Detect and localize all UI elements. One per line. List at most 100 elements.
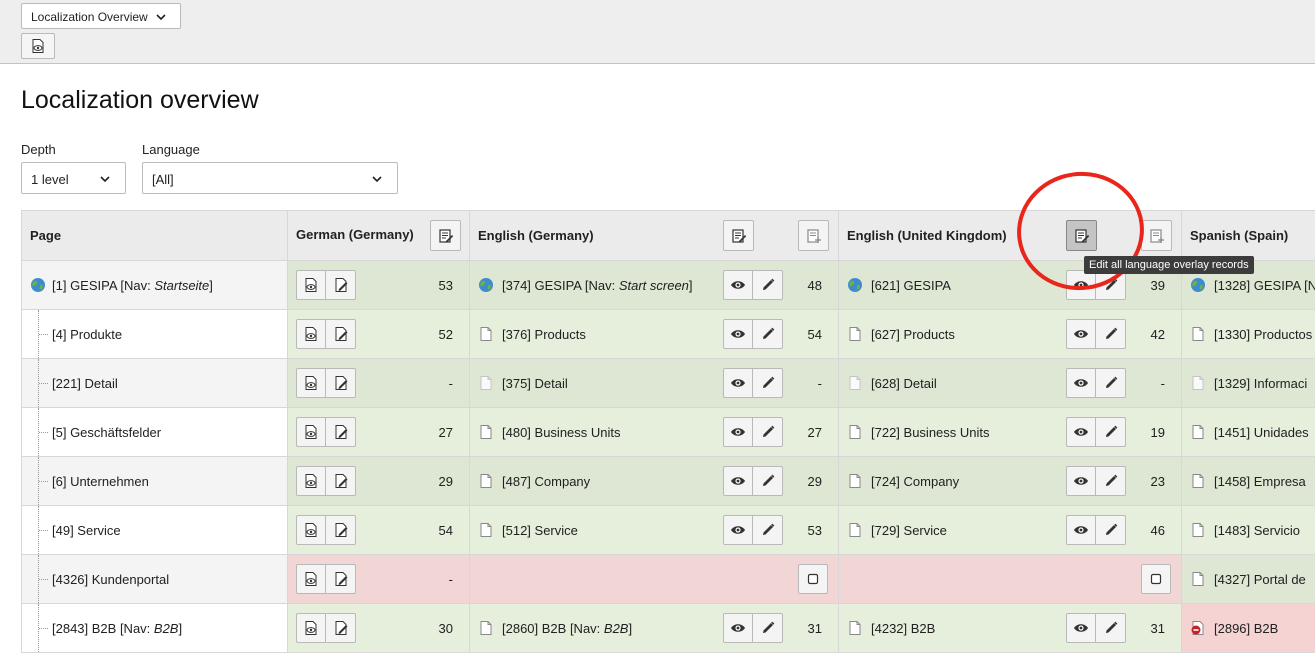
eye-icon [1073,620,1089,636]
language-select[interactable]: [All] [142,162,398,194]
view-page-button[interactable] [296,270,326,300]
depth-select[interactable]: 1 level [21,162,126,194]
translation-cell-en-gb: [4232] B2B 31 [838,603,1182,653]
edit-translation-button[interactable] [753,515,783,545]
translation-label: [487] Company [502,474,591,489]
edit-translation-button[interactable] [753,319,783,349]
view-page-button[interactable] [21,33,55,59]
page-label: [1] GESIPA [Nav: [52,278,155,293]
default-language-cell: 29 [287,456,470,506]
view-translation-button[interactable] [1066,515,1096,545]
view-translation-button[interactable] [723,515,753,545]
page-icon [1190,571,1206,587]
view-translation-button[interactable] [1066,613,1096,643]
translation-label: [374] GESIPA [Nav: Start screen] [502,278,693,293]
page-title-link[interactable]: [6] Unternehmen [52,474,149,489]
tree-line [39,432,48,433]
edit-translation-button[interactable] [1096,368,1126,398]
page-icon [847,620,863,636]
record-count: - [448,572,453,587]
view-translation-button[interactable] [723,466,753,496]
translation-cell-es: [2896] B2B [1181,603,1315,653]
edit-page-button[interactable] [326,368,356,398]
page-title-link[interactable]: [4326] Kundenportal [52,572,169,587]
edit-all-overlays-icon [1074,228,1090,244]
page-title-link[interactable]: [49] Service [52,523,121,538]
view-page-button[interactable] [296,368,326,398]
view-translation-button[interactable] [1066,466,1096,496]
globe-icon [30,277,46,293]
new-overlays-button[interactable] [798,220,829,251]
edit-translation-button[interactable] [753,466,783,496]
edit-all-overlays-button[interactable] [1066,220,1097,251]
view-page-button[interactable] [296,319,326,349]
translation-cell-en-de: [375] Detail - [469,358,839,408]
edit-translation-button[interactable] [1096,319,1126,349]
view-translation-button[interactable] [723,319,753,349]
edit-page-button[interactable] [326,466,356,496]
translation-nav-title: Start screen [618,278,689,293]
edit-page-icon [333,424,349,440]
view-translation-button[interactable] [723,417,753,447]
record-count: 23 [1150,474,1165,489]
edit-page-button[interactable] [326,319,356,349]
pencil-icon [760,473,776,489]
translation-text-tail: ] [628,621,633,636]
eye-icon [730,277,746,293]
edit-translation-button[interactable] [1096,417,1126,447]
edit-page-button[interactable] [326,270,356,300]
select-for-translation-checkbox[interactable] [798,564,828,594]
edit-page-icon [333,571,349,587]
view-translation-button[interactable] [1066,270,1096,300]
new-overlay-icon [806,228,822,244]
edit-all-overlays-icon [731,228,747,244]
edit-all-records-button[interactable] [430,220,461,251]
edit-all-overlays-button[interactable] [723,220,754,251]
view-page-button[interactable] [296,564,326,594]
edit-translation-button[interactable] [753,368,783,398]
view-translation-button[interactable] [723,368,753,398]
translation-label: [4232] B2B [871,621,936,636]
page-icon [847,473,863,489]
view-translation-button[interactable] [1066,319,1096,349]
view-translation-button[interactable] [1066,368,1096,398]
view-translation-button[interactable] [1066,417,1096,447]
view-page-button[interactable] [296,466,326,496]
translation-cell-es: [1458] Empresa [1181,456,1315,506]
tree-line [39,334,48,335]
eye-icon [730,522,746,538]
globe-icon [478,277,494,293]
edit-page-button[interactable] [326,613,356,643]
localization-table: Page German (Germany) English (Germany) … [21,210,1315,653]
view-page-button[interactable] [296,417,326,447]
new-overlays-button[interactable] [1141,220,1172,251]
select-for-translation-checkbox[interactable] [1141,564,1171,594]
edit-translation-button[interactable] [753,270,783,300]
view-page-icon [303,620,319,636]
page-title-link[interactable]: [221] Detail [52,376,118,391]
table-row: [5] Geschäftsfelder 27 [480] Business Un… [21,407,1315,457]
view-page-button[interactable] [296,613,326,643]
edit-translation-button[interactable] [753,613,783,643]
edit-translation-button[interactable] [1096,270,1126,300]
edit-page-button[interactable] [326,564,356,594]
edit-translation-button[interactable] [1096,515,1126,545]
edit-page-button[interactable] [326,515,356,545]
edit-translation-button[interactable] [753,417,783,447]
edit-translation-button[interactable] [1096,466,1126,496]
translation-label: [722] Business Units [871,425,990,440]
module-menu-select[interactable]: Localization Overview [21,3,181,29]
page-title-link[interactable]: [1] GESIPA [Nav: Startseite] [52,278,213,293]
record-count: 31 [1150,621,1165,636]
edit-page-button[interactable] [326,417,356,447]
view-translation-button[interactable] [723,613,753,643]
view-page-button[interactable] [296,515,326,545]
page-title-link[interactable]: [5] Geschäftsfelder [52,425,161,440]
page-title-link[interactable]: [4] Produkte [52,327,122,342]
view-translation-button[interactable] [723,270,753,300]
translation-cell-en-gb: [722] Business Units 19 [838,407,1182,457]
edit-translation-button[interactable] [1096,613,1126,643]
page-cell: [4326] Kundenportal [21,554,288,604]
table-row: [4] Produkte 52 [376] Products 54 [627] … [21,309,1315,359]
page-title-link[interactable]: [2843] B2B [Nav: B2B] [52,621,182,636]
